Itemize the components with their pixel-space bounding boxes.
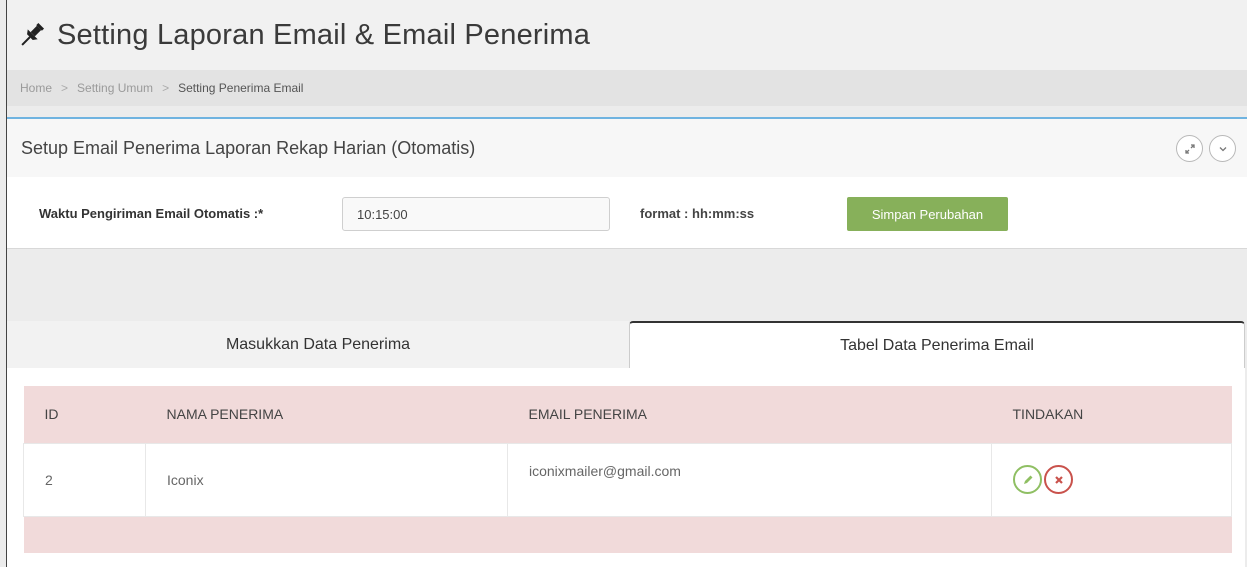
close-icon xyxy=(1054,475,1063,484)
breadcrumb-current: Setting Penerima Email xyxy=(178,81,304,95)
cell-nama: Iconix xyxy=(145,442,508,517)
expand-button[interactable] xyxy=(1176,135,1203,162)
panel-title: Setup Email Penerima Laporan Rekap Haria… xyxy=(21,137,476,158)
column-header-nama: NAMA PENERIMA xyxy=(166,406,284,423)
breadcrumb-separator: > xyxy=(162,81,170,95)
time-field-label: Waktu Pengiriman Email Otomatis :* xyxy=(39,206,264,221)
expand-icon xyxy=(1184,143,1195,154)
table-footer-row xyxy=(23,516,1232,553)
table-header-row: ID NAMA PENERIMA EMAIL PENERIMA TINDAKAN xyxy=(23,386,1232,443)
tab-bar: Masukkan Data Penerima Tabel Data Peneri… xyxy=(7,321,1247,368)
save-button[interactable]: Simpan Perubahan xyxy=(847,197,1008,231)
time-input[interactable] xyxy=(342,197,610,231)
breadcrumb-separator: > xyxy=(61,81,69,95)
pencil-icon xyxy=(1023,475,1032,484)
cell-actions xyxy=(991,442,1232,517)
recipient-table: ID NAMA PENERIMA EMAIL PENERIMA TINDAKAN… xyxy=(23,386,1232,553)
collapse-button[interactable] xyxy=(1209,135,1236,162)
page-title: Setting Laporan Email & Email Penerima xyxy=(57,18,591,51)
panel-body: Waktu Pengiriman Email Otomatis :* forma… xyxy=(7,177,1247,249)
edit-button[interactable] xyxy=(1013,465,1042,494)
page-header: Setting Laporan Email & Email Penerima xyxy=(7,0,1247,70)
cell-email: iconixmailer@gmail.com xyxy=(507,442,992,517)
column-header-id: ID xyxy=(44,406,59,423)
format-hint: format : hh:mm:ss xyxy=(640,206,755,221)
cell-id: 2 xyxy=(23,442,146,517)
column-header-tindakan: TINDAKAN xyxy=(1012,406,1084,423)
collapse-icon xyxy=(1219,146,1226,151)
breadcrumb-home[interactable]: Home xyxy=(20,81,52,95)
column-header-email: EMAIL PENERIMA xyxy=(528,406,648,423)
table-row: 2 Iconix iconixmailer@gmail.com xyxy=(23,442,1232,517)
tab-input-recipient[interactable]: Masukkan Data Penerima xyxy=(7,321,629,368)
app-frame: Setting Laporan Email & Email Penerima H… xyxy=(6,0,1247,567)
panel-header: Setup Email Penerima Laporan Rekap Haria… xyxy=(7,117,1247,177)
pin-icon xyxy=(17,18,51,52)
panel-tools xyxy=(1176,135,1236,162)
tab-content: ID NAMA PENERIMA EMAIL PENERIMA TINDAKAN… xyxy=(7,368,1245,567)
breadcrumb-setting-umum[interactable]: Setting Umum xyxy=(77,81,153,95)
tab-recipient-table[interactable]: Tabel Data Penerima Email xyxy=(629,321,1245,368)
delete-button[interactable] xyxy=(1044,465,1073,494)
breadcrumb: Home > Setting Umum > Setting Penerima E… xyxy=(7,70,1247,106)
